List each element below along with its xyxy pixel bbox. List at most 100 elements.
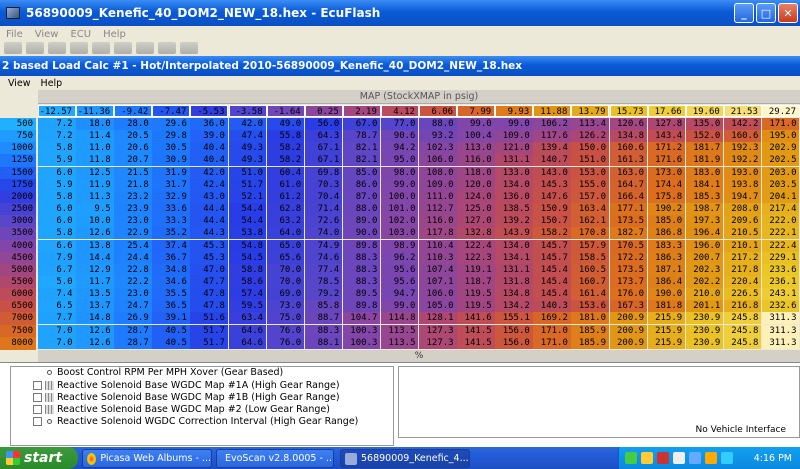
map-cell[interactable]: 24.4 xyxy=(114,251,152,264)
map-cell[interactable]: 117.6 xyxy=(533,130,571,143)
map-cell[interactable]: 63.4 xyxy=(228,312,267,325)
map-cell[interactable]: 87.0 xyxy=(342,190,381,203)
map-cell[interactable]: 133.0 xyxy=(495,166,533,179)
map-cell[interactable]: 36.0 xyxy=(190,118,228,130)
map-cell[interactable]: 101.0 xyxy=(380,203,419,216)
map-cell[interactable]: 24.7 xyxy=(114,300,152,313)
map-cell[interactable]: 215.9 xyxy=(647,312,686,325)
map-cell[interactable]: 230.9 xyxy=(685,336,724,349)
map-cell[interactable]: 196.0 xyxy=(685,239,724,252)
map-cell[interactable]: 35.5 xyxy=(152,288,190,301)
map-cell[interactable]: 171.6 xyxy=(647,154,686,167)
map-cell[interactable]: 122.4 xyxy=(457,239,495,252)
map-cell[interactable]: 40.4 xyxy=(190,154,228,167)
map-cell[interactable]: 157.0 xyxy=(571,190,609,203)
map-cell[interactable]: 125.0 xyxy=(457,203,495,216)
map-cell[interactable]: 47.8 xyxy=(190,288,228,301)
tree-checkbox[interactable] xyxy=(33,405,42,414)
map-cell[interactable]: 173.5 xyxy=(609,215,648,228)
map-cell[interactable]: 245.8 xyxy=(723,324,762,337)
map-cell[interactable]: 49.3 xyxy=(228,142,267,155)
map-cell[interactable]: 98.0 xyxy=(380,166,419,179)
map-cell[interactable]: 217.4 xyxy=(761,203,800,216)
map-cell[interactable]: 31.7 xyxy=(152,178,190,191)
map-cell[interactable]: 119.5 xyxy=(457,300,495,313)
map-cell[interactable]: 200.9 xyxy=(609,312,648,325)
map-cell[interactable]: 143.9 xyxy=(495,227,533,240)
map-cell[interactable]: 134.2 xyxy=(495,300,533,313)
map-cell[interactable]: 195.0 xyxy=(761,130,800,143)
map-cell[interactable]: 150.0 xyxy=(571,142,609,155)
map-cell[interactable]: 62.8 xyxy=(266,203,305,216)
map-cell[interactable]: 187.1 xyxy=(647,263,686,276)
map-cell[interactable]: 200.9 xyxy=(609,324,648,337)
map-cell[interactable]: 117.8 xyxy=(419,227,457,240)
test-write-icon[interactable] xyxy=(92,42,110,54)
map-cell[interactable]: 82.1 xyxy=(342,154,381,167)
map-cell[interactable]: 5.9 xyxy=(38,154,76,167)
map-cell[interactable]: 112.7 xyxy=(419,203,457,216)
map-cell[interactable]: 7.2 xyxy=(38,130,76,143)
map-cell[interactable]: 5.8 xyxy=(38,190,76,203)
map-cell[interactable]: 79.2 xyxy=(304,288,343,301)
map-cell[interactable]: 204.1 xyxy=(761,190,800,203)
map-cell[interactable]: 140.7 xyxy=(533,154,571,167)
task-picasa[interactable]: Picasa Web Albums - ... xyxy=(82,449,212,468)
map-cell[interactable]: 51.7 xyxy=(228,178,267,191)
map-cell[interactable]: 158.2 xyxy=(533,227,571,240)
map-cell[interactable]: 210.1 xyxy=(723,239,762,252)
map-cell[interactable]: 96.2 xyxy=(380,251,419,264)
map-cell[interactable]: 85.8 xyxy=(304,300,343,313)
map-cell[interactable]: 40.5 xyxy=(152,336,190,349)
map-cell[interactable]: 121.0 xyxy=(495,142,533,155)
map-cell[interactable]: 67.1 xyxy=(304,142,343,155)
map-cell[interactable]: 222.4 xyxy=(761,239,800,252)
map-cell[interactable]: 88.3 xyxy=(342,275,381,288)
tray-update-icon[interactable] xyxy=(705,452,717,464)
map-cell[interactable]: 6.0 xyxy=(38,166,76,179)
map-cell[interactable]: 99.0 xyxy=(495,118,533,130)
map-cell[interactable]: 181.8 xyxy=(647,300,686,313)
map-cell[interactable]: 45.3 xyxy=(190,251,228,264)
tree-checkbox[interactable] xyxy=(33,393,42,402)
map-cell[interactable]: 53.8 xyxy=(228,227,267,240)
map-cell[interactable]: 30.9 xyxy=(152,154,190,167)
map-cell[interactable]: 88.0 xyxy=(419,118,457,130)
map-cell[interactable]: 197.3 xyxy=(685,215,724,228)
map-cell[interactable]: 134.8 xyxy=(609,130,648,143)
map-cell[interactable]: 7.0 xyxy=(38,336,76,349)
map-cell[interactable]: 153.0 xyxy=(571,166,609,179)
map-cell[interactable]: 99.0 xyxy=(380,178,419,191)
map-cell[interactable]: 153.6 xyxy=(571,300,609,313)
map-cell[interactable]: 202.9 xyxy=(761,142,800,155)
map-cell[interactable]: 58.6 xyxy=(228,275,267,288)
map-cell[interactable]: 215.9 xyxy=(647,336,686,349)
map-cell[interactable]: 36.7 xyxy=(152,251,190,264)
map-cell[interactable]: 135.0 xyxy=(685,118,724,130)
map-cell[interactable]: 78.5 xyxy=(304,275,343,288)
maximize-button[interactable]: □ xyxy=(756,3,776,23)
map-cell[interactable]: 49.0 xyxy=(266,118,305,130)
map-window-title-bar[interactable]: 2 based Load Calc #1 - Hot/Interpolated … xyxy=(0,56,800,76)
map-cell[interactable]: 82.1 xyxy=(342,142,381,155)
map-cell[interactable]: 35.2 xyxy=(152,227,190,240)
tree-item[interactable]: Boost Control RPM Per MPH Xover (Gear Ba… xyxy=(57,367,283,378)
map-cell[interactable]: 243.1 xyxy=(761,288,800,301)
map-cell[interactable]: 54.5 xyxy=(228,251,267,264)
map-cell[interactable]: 142.2 xyxy=(723,118,762,130)
minimize-button[interactable]: _ xyxy=(734,3,754,23)
map-cell[interactable]: 127.3 xyxy=(419,336,457,349)
map-cell[interactable]: 28.0 xyxy=(114,118,152,130)
map-cell[interactable]: 132.8 xyxy=(457,227,495,240)
map-menu-view[interactable]: View xyxy=(8,78,31,89)
map-cell[interactable]: 31.9 xyxy=(152,166,190,179)
map-cell[interactable]: 201.1 xyxy=(685,300,724,313)
map-cell[interactable]: 40.4 xyxy=(190,142,228,155)
map-cell[interactable]: 59.5 xyxy=(228,300,267,313)
map-cell[interactable]: 63.2 xyxy=(266,215,305,228)
map-cell[interactable]: 229.1 xyxy=(761,251,800,264)
map-cell[interactable]: 131.1 xyxy=(495,263,533,276)
map-cell[interactable]: 6.7 xyxy=(38,263,76,276)
map-cell[interactable]: 42.0 xyxy=(228,118,267,130)
map-cell[interactable]: 95.6 xyxy=(380,263,419,276)
